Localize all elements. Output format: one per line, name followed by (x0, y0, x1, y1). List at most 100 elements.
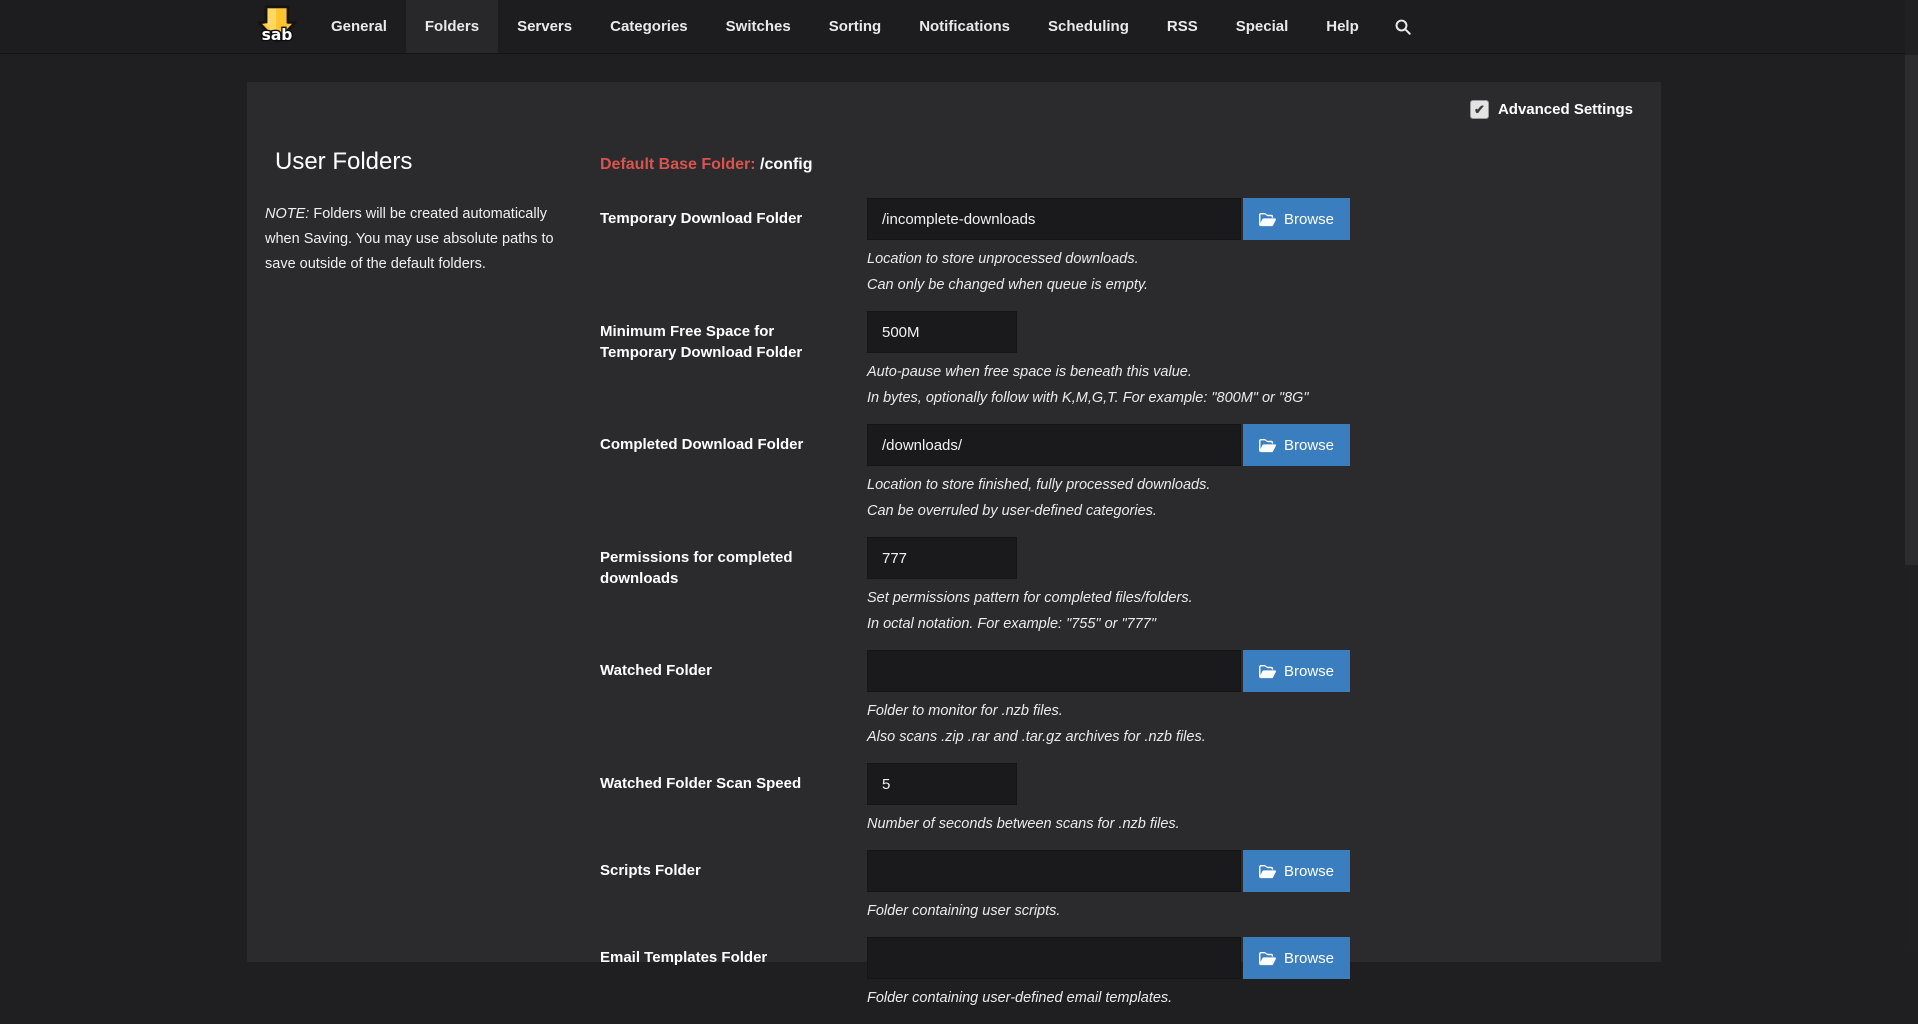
field-help: Location to store unprocessed downloads.… (867, 246, 1420, 298)
help-line: Can only be changed when queue is empty. (867, 272, 1420, 298)
field-area: Browse Location to store finished, fully… (867, 424, 1420, 524)
page-title: User Folders (275, 148, 565, 176)
scripts-folder-input[interactable] (867, 850, 1241, 892)
browse-button-label: Browse (1284, 950, 1334, 967)
top-navbar: sab General Folders Servers Categories S… (0, 0, 1918, 54)
form-row: Scripts Folder Browse Folder containing … (600, 850, 1420, 924)
field-area: Browse Folder containing user-defined em… (867, 937, 1420, 1011)
minimum-free-space-input[interactable] (867, 311, 1017, 353)
scrollbar-thumb[interactable] (1905, 55, 1918, 565)
search-icon (1394, 18, 1412, 36)
nav-item-rss[interactable]: RSS (1148, 0, 1217, 53)
advanced-settings-label: Advanced Settings (1498, 101, 1633, 118)
sabnzbd-logo[interactable]: sab (256, 0, 298, 53)
sab-arrow-icon: sab (256, 4, 298, 50)
advanced-settings-toggle: ✔ Advanced Settings (1470, 100, 1633, 119)
browse-button[interactable]: Browse (1243, 937, 1350, 979)
form-row: Watched Folder Scan Speed Number of seco… (600, 763, 1420, 837)
nav-item-switches[interactable]: Switches (707, 0, 810, 53)
folders-form: Default Base Folder: /config Temporary D… (600, 156, 1420, 1024)
browse-button[interactable]: Browse (1243, 850, 1350, 892)
help-line: Folder to monitor for .nzb files. (867, 698, 1420, 724)
field-help: Set permissions pattern for completed fi… (867, 585, 1420, 637)
nav-item-notifications[interactable]: Notifications (900, 0, 1029, 53)
config-page: ✔ Advanced Settings User Folders NOTE: F… (0, 54, 1918, 952)
nav-items: General Folders Servers Categories Switc… (312, 0, 1378, 53)
checkmark-icon: ✔ (1474, 103, 1485, 116)
nav-item-folders[interactable]: Folders (406, 0, 498, 53)
folder-open-icon (1259, 864, 1276, 879)
form-row: Temporary Download Folder Browse Locatio… (600, 198, 1420, 298)
field-area: Browse Location to store unprocessed dow… (867, 198, 1420, 298)
section-sidebar: User Folders NOTE: Folders will be creat… (265, 148, 565, 292)
folders-config-panel: ✔ Advanced Settings User Folders NOTE: F… (247, 82, 1661, 962)
nav-item-help[interactable]: Help (1307, 0, 1378, 53)
note-text: Folders will be created automatically wh… (265, 206, 554, 272)
default-base-folder-value: /config (760, 156, 812, 173)
field-help: Auto-pause when free space is beneath th… (867, 359, 1420, 411)
browse-button-label: Browse (1284, 663, 1334, 680)
field-area: Auto-pause when free space is beneath th… (867, 311, 1420, 411)
help-line: Can be overruled by user-defined categor… (867, 498, 1420, 524)
browse-button[interactable]: Browse (1243, 650, 1350, 692)
browse-button-label: Browse (1284, 211, 1334, 228)
field-help: Folder containing user-defined email tem… (867, 985, 1420, 1011)
default-base-folder-label: Default Base Folder: (600, 156, 756, 173)
field-help: Folder containing user scripts. (867, 898, 1420, 924)
field-help: Folder to monitor for .nzb files. Also s… (867, 698, 1420, 750)
help-line: Set permissions pattern for completed fi… (867, 585, 1420, 611)
field-label: Email Templates Folder (600, 937, 867, 1011)
field-label: Completed Download Folder (600, 424, 867, 524)
form-row: Permissions for completed downloads Set … (600, 537, 1420, 637)
scrollbar-track[interactable] (1905, 0, 1918, 951)
watched-folder-input[interactable] (867, 650, 1241, 692)
note-prefix: NOTE: (265, 206, 309, 222)
field-help: Location to store finished, fully proces… (867, 472, 1420, 524)
form-row: Email Templates Folder Browse Folder con… (600, 937, 1420, 1011)
nav-item-general[interactable]: General (312, 0, 406, 53)
form-row: Watched Folder Browse Folder to monitor … (600, 650, 1420, 750)
field-label: Watched Folder Scan Speed (600, 763, 867, 837)
svg-text:sab: sab (262, 25, 293, 43)
folder-open-icon (1259, 212, 1276, 227)
form-row: Completed Download Folder Browse Locatio… (600, 424, 1420, 524)
field-label: Scripts Folder (600, 850, 867, 924)
help-line: Folder containing user-defined email tem… (867, 985, 1420, 1011)
advanced-settings-checkbox[interactable]: ✔ (1470, 100, 1489, 119)
folder-open-icon (1259, 664, 1276, 679)
field-area: Browse Folder containing user scripts. (867, 850, 1420, 924)
form-row: Minimum Free Space for Temporary Downloa… (600, 311, 1420, 411)
help-line: Number of seconds between scans for .nzb… (867, 811, 1420, 837)
search-button[interactable] (1378, 0, 1428, 53)
temporary-download-folder-input[interactable] (867, 198, 1241, 240)
field-label: Watched Folder (600, 650, 867, 750)
folder-open-icon (1259, 438, 1276, 453)
browse-button-label: Browse (1284, 437, 1334, 454)
section-note: NOTE: Folders will be created automatica… (265, 202, 565, 277)
default-base-folder: Default Base Folder: /config (600, 156, 1420, 174)
email-templates-folder-input[interactable] (867, 937, 1241, 979)
nav-item-special[interactable]: Special (1217, 0, 1308, 53)
field-area: Set permissions pattern for completed fi… (867, 537, 1420, 637)
help-line: In octal notation. For example: "755" or… (867, 611, 1420, 637)
field-label: Permissions for completed downloads (600, 537, 867, 637)
browse-button[interactable]: Browse (1243, 424, 1350, 466)
field-area: Browse Folder to monitor for .nzb files.… (867, 650, 1420, 750)
help-line: In bytes, optionally follow with K,M,G,T… (867, 385, 1420, 411)
browse-button-label: Browse (1284, 863, 1334, 880)
field-area: Number of seconds between scans for .nzb… (867, 763, 1420, 837)
help-line: Location to store finished, fully proces… (867, 472, 1420, 498)
field-help: Number of seconds between scans for .nzb… (867, 811, 1420, 837)
field-label: Minimum Free Space for Temporary Downloa… (600, 311, 867, 411)
completed-download-folder-input[interactable] (867, 424, 1241, 466)
permissions-input[interactable] (867, 537, 1017, 579)
browse-button[interactable]: Browse (1243, 198, 1350, 240)
nav-item-servers[interactable]: Servers (498, 0, 591, 53)
scan-speed-input[interactable] (867, 763, 1017, 805)
folder-open-icon (1259, 951, 1276, 966)
nav-item-categories[interactable]: Categories (591, 0, 707, 53)
nav-item-sorting[interactable]: Sorting (810, 0, 901, 53)
help-line: Folder containing user scripts. (867, 898, 1420, 924)
help-line: Also scans .zip .rar and .tar.gz archive… (867, 724, 1420, 750)
nav-item-scheduling[interactable]: Scheduling (1029, 0, 1148, 53)
